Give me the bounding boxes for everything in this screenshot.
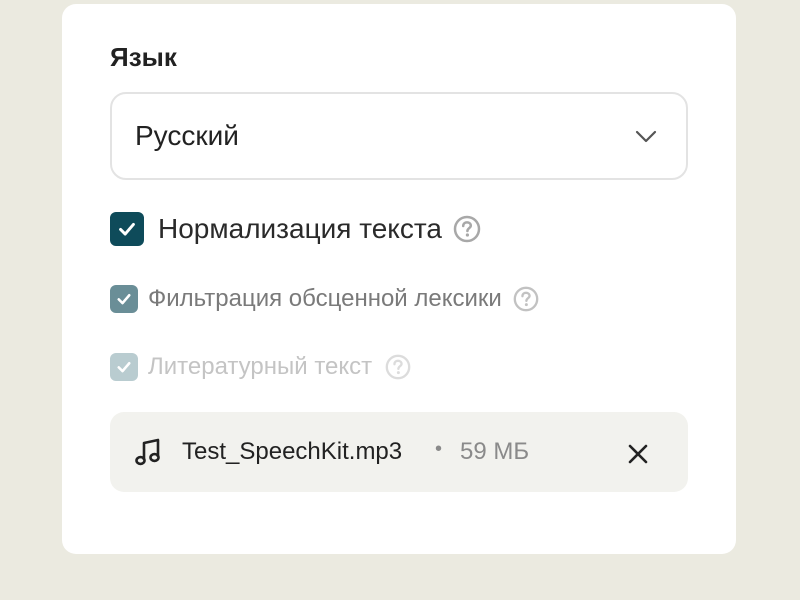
checkmark-icon — [119, 222, 135, 236]
option-text-normalization[interactable]: Нормализация текста — [110, 212, 482, 246]
option-literary-text: Литературный текст — [110, 353, 412, 381]
uploaded-file-chip: Test_SpeechKit.mp3 • 59 МБ — [110, 412, 688, 492]
option-profanity-filter[interactable]: Фильтрация обсценной лексики — [110, 285, 540, 313]
music-note-icon — [135, 438, 160, 466]
profanity-filter-checkbox[interactable] — [110, 285, 138, 313]
help-icon[interactable] — [512, 285, 540, 313]
help-icon — [385, 354, 411, 380]
chevron-down-icon — [635, 130, 657, 143]
literary-text-label: Литературный текст — [148, 353, 373, 380]
close-icon — [628, 444, 648, 464]
file-name: Test_SpeechKit.mp3 — [182, 438, 403, 465]
file-separator: • — [435, 438, 443, 460]
language-select-value: Русский — [135, 120, 239, 151]
language-select[interactable]: Русский — [110, 92, 688, 180]
language-label: Язык — [110, 42, 177, 72]
checkmark-icon — [117, 361, 131, 373]
checkmark-icon — [117, 293, 131, 305]
file-size: 59 МБ — [460, 438, 530, 465]
settings-card: Язык Русский Нормализация текста Фильтра… — [62, 4, 736, 554]
remove-file-button[interactable] — [622, 438, 654, 470]
text-normalization-label: Нормализация текста — [158, 213, 442, 244]
literary-text-checkbox — [110, 353, 138, 381]
profanity-filter-label: Фильтрация обсценной лексики — [148, 285, 502, 312]
help-icon[interactable] — [452, 214, 482, 244]
text-normalization-checkbox[interactable] — [110, 212, 144, 246]
